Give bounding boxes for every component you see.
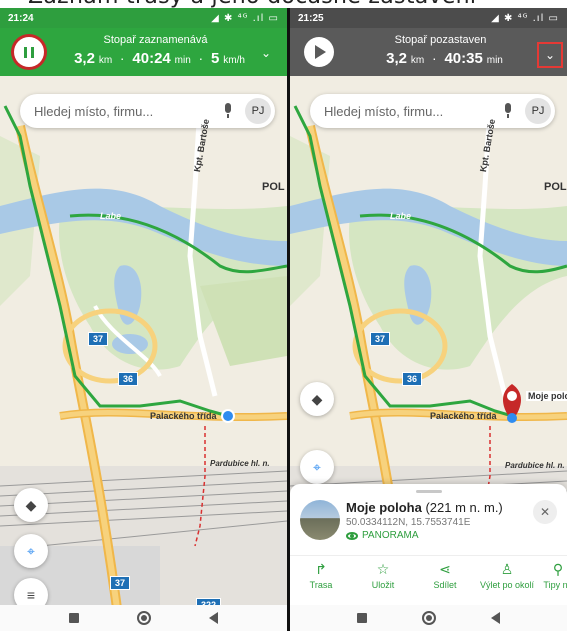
page-banner: Záznam trasy a jeho dočasné zastavení [0,0,567,8]
left-phone-screen: 21:24 ◢ ✱ ⁴ᴳ .ıl ▭ Stopař zaznamenává 3,… [0,8,287,631]
search-placeholder: Hledej místo, firmu... [324,103,444,119]
layers-button[interactable]: ◆ [14,488,48,522]
track-stats: 3,2 km · 40:35 min [386,50,503,67]
street-label-2: Palackého třída [430,411,497,421]
river-label: Labe [390,211,412,221]
play-button[interactable] [304,37,334,67]
tips-button[interactable]: ⚲Tipy na [538,562,567,590]
track-status-title: Stopař zaznamenává [103,34,208,46]
right-phone-screen: 21:25 ◢ ✱ ⁴ᴳ .ıl ▭ Stopař pozastaven 3,2… [290,8,567,631]
layers-button[interactable]: ◆ [300,382,334,416]
status-bar: 21:24 ◢ ✱ ⁴ᴳ .ıl ▭ [0,8,287,28]
layers-icon: ◆ [25,496,37,513]
road-number: 37 [370,332,391,346]
road-number: 37 [88,332,109,346]
track-paused-bar[interactable]: Stopař pozastaven 3,2 km · 40:35 min ⌄ [290,28,567,76]
recent-apps-icon[interactable] [357,613,368,623]
place-label: POL [544,181,567,193]
compass-icon: ⌖ [27,542,35,559]
panorama-thumbnail[interactable] [300,500,340,540]
chevron-down-icon[interactable]: ⌄ [257,44,275,62]
pause-button[interactable] [14,37,44,67]
map-view[interactable]: Hledej místo, firmu... PJ Labe Kpt. Bart… [0,76,287,631]
pin-icon: ⚲ [552,562,564,578]
share-icon: ⋖ [439,562,451,578]
river-label: Labe [100,211,122,221]
menu-icon: ≡ [26,587,36,603]
home-icon[interactable] [421,611,436,625]
route-button[interactable]: ↱ Trasa [290,562,352,590]
hiker-icon: ♙ [500,562,514,578]
microphone-icon[interactable] [501,103,515,119]
my-position-label: Moje poloh [526,391,567,401]
road-number: 37 [110,576,131,590]
place-actions: ↱ Trasa ☆ Uložit ⋖ Sdílet ♙ Výlet po okolí ⚲… [290,562,567,590]
station-label: Pardubice hl. n. [210,459,270,468]
layers-icon: ◆ [311,390,323,407]
compass-button[interactable]: ⌖ [300,450,334,484]
route-icon: ↱ [315,562,327,578]
street-label-2: Palackého třída [150,411,217,421]
track-recording-bar[interactable]: Stopař zaznamenává 3,2 km · 40:24 min · … [0,28,287,76]
track-stats: 3,2 km · 40:24 min · 5 km/h [74,50,245,67]
status-icons: ◢ ✱ ⁴ᴳ .ıl ▭ [211,12,279,24]
close-icon[interactable]: ✕ [533,500,557,524]
play-icon [315,45,326,59]
home-icon[interactable] [137,611,151,625]
search-bar[interactable]: Hledej místo, firmu... PJ [310,94,555,128]
back-icon[interactable] [490,612,500,624]
track-status-title: Stopař pozastaven [394,34,487,46]
search-placeholder: Hledej místo, firmu... [34,103,154,119]
banner-title: Záznam trasy a jeho dočasné zastavení [28,0,476,8]
place-title: Moje poloha (221 m n. m.) [346,500,503,515]
status-time: 21:24 [8,12,34,24]
avatar[interactable]: PJ [245,98,271,124]
eye-icon [346,531,358,540]
compass-icon: ⌖ [313,458,321,475]
android-nav-bar [0,605,287,631]
place-detail-sheet[interactable]: Moje poloha (221 m n. m.) 50.0334112N, 1… [290,484,567,605]
star-icon: ☆ [376,562,390,578]
microphone-icon[interactable] [221,103,235,119]
status-bar: 21:25 ◢ ✱ ⁴ᴳ .ıl ▭ [290,8,567,28]
search-bar[interactable]: Hledej místo, firmu... PJ [20,94,275,128]
place-label: POL [262,181,285,193]
place-coordinates: 50.0334112N, 15.7553741E [346,517,471,528]
chevron-down-icon[interactable]: ⌄ [539,44,561,66]
status-time: 21:25 [298,12,324,24]
road-number: 36 [402,372,423,386]
trip-around-button[interactable]: ♙ Výlet po okolí [476,562,538,590]
status-icons: ◢ ✱ ⁴ᴳ .ıl ▭ [491,12,559,24]
back-icon[interactable] [209,612,218,624]
android-nav-bar [290,605,567,631]
compass-button[interactable]: ⌖ [14,534,48,568]
road-number: 36 [118,372,139,386]
save-button[interactable]: ☆ Uložit [352,562,414,590]
sheet-drag-handle[interactable] [416,490,442,493]
avatar[interactable]: PJ [525,98,551,124]
panorama-link[interactable]: PANORAMA [346,530,419,541]
pause-icon [24,46,27,58]
share-button[interactable]: ⋖ Sdílet [414,562,476,590]
station-label: Pardubice hl. n. [505,461,565,470]
recent-apps-icon[interactable] [69,613,79,623]
